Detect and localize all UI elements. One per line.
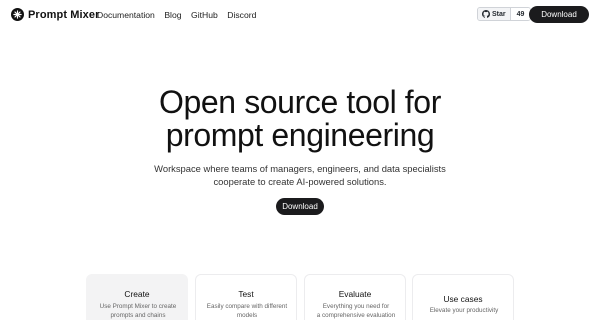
- feature-card-desc: Use Prompt Mixer to create prompts and c…: [93, 302, 183, 320]
- feature-card-desc: Elevate your productivity: [419, 306, 509, 315]
- star-count[interactable]: 49: [510, 8, 531, 20]
- hero-title-line-2: prompt engineering: [165, 117, 435, 153]
- brand-logo[interactable]: Prompt Mixer: [11, 8, 100, 21]
- feature-card-title: Create: [124, 289, 150, 299]
- hero-download-button[interactable]: Download: [276, 198, 324, 215]
- star-label: Star: [492, 10, 506, 18]
- github-star-widget: Star 49: [477, 7, 532, 21]
- hero-subtitle-line-1: Workspace where teams of managers, engin…: [154, 163, 446, 174]
- feature-card-desc-line: Use Prompt Mixer to create: [99, 303, 177, 310]
- feature-card-desc: Easily compare with different models: [202, 302, 292, 320]
- spark-icon: [11, 8, 24, 21]
- nav-link-github[interactable]: GitHub: [191, 10, 218, 20]
- github-star-button[interactable]: Star: [478, 8, 511, 20]
- feature-card-desc-line: models: [236, 312, 258, 319]
- feature-card-desc-line: prompts and chains: [110, 312, 166, 319]
- hero-subtitle: Workspace where teams of managers, engin…: [0, 162, 600, 188]
- github-icon: [482, 10, 490, 18]
- feature-card-desc-line: a comprehensive evaluation: [316, 312, 396, 319]
- feature-card-evaluate[interactable]: Evaluate Everything you need for a compr…: [304, 274, 406, 320]
- nav-link-blog[interactable]: Blog: [164, 10, 181, 20]
- hero-title: Open source tool for prompt engineering: [0, 86, 600, 152]
- header-download-button[interactable]: Download: [529, 6, 589, 23]
- site-header: Prompt Mixer Documentation Blog GitHub D…: [0, 0, 600, 30]
- feature-card-desc-line: Easily compare with different: [206, 303, 288, 310]
- feature-card-test[interactable]: Test Easily compare with different model…: [195, 274, 297, 320]
- feature-card-title: Use cases: [443, 294, 483, 304]
- feature-card-create[interactable]: Create Use Prompt Mixer to create prompt…: [86, 274, 188, 320]
- nav-link-discord[interactable]: Discord: [227, 10, 256, 20]
- feature-card-desc-line: Everything you need for: [322, 303, 390, 310]
- brand-name: Prompt Mixer: [28, 8, 100, 21]
- feature-card-title: Test: [238, 289, 254, 299]
- feature-card-title: Evaluate: [338, 289, 372, 299]
- feature-card-desc-line: Elevate your productivity: [429, 307, 499, 314]
- hero-subtitle-line-2: cooperate to create AI-powered solutions…: [213, 176, 387, 187]
- feature-card-desc: Everything you need for a comprehensive …: [311, 302, 401, 320]
- hero-title-line-1: Open source tool for: [159, 84, 441, 120]
- feature-card-use-cases[interactable]: Use cases Elevate your productivity: [412, 274, 514, 320]
- main-nav: Documentation Blog GitHub Discord: [97, 10, 266, 20]
- nav-link-documentation[interactable]: Documentation: [97, 10, 155, 20]
